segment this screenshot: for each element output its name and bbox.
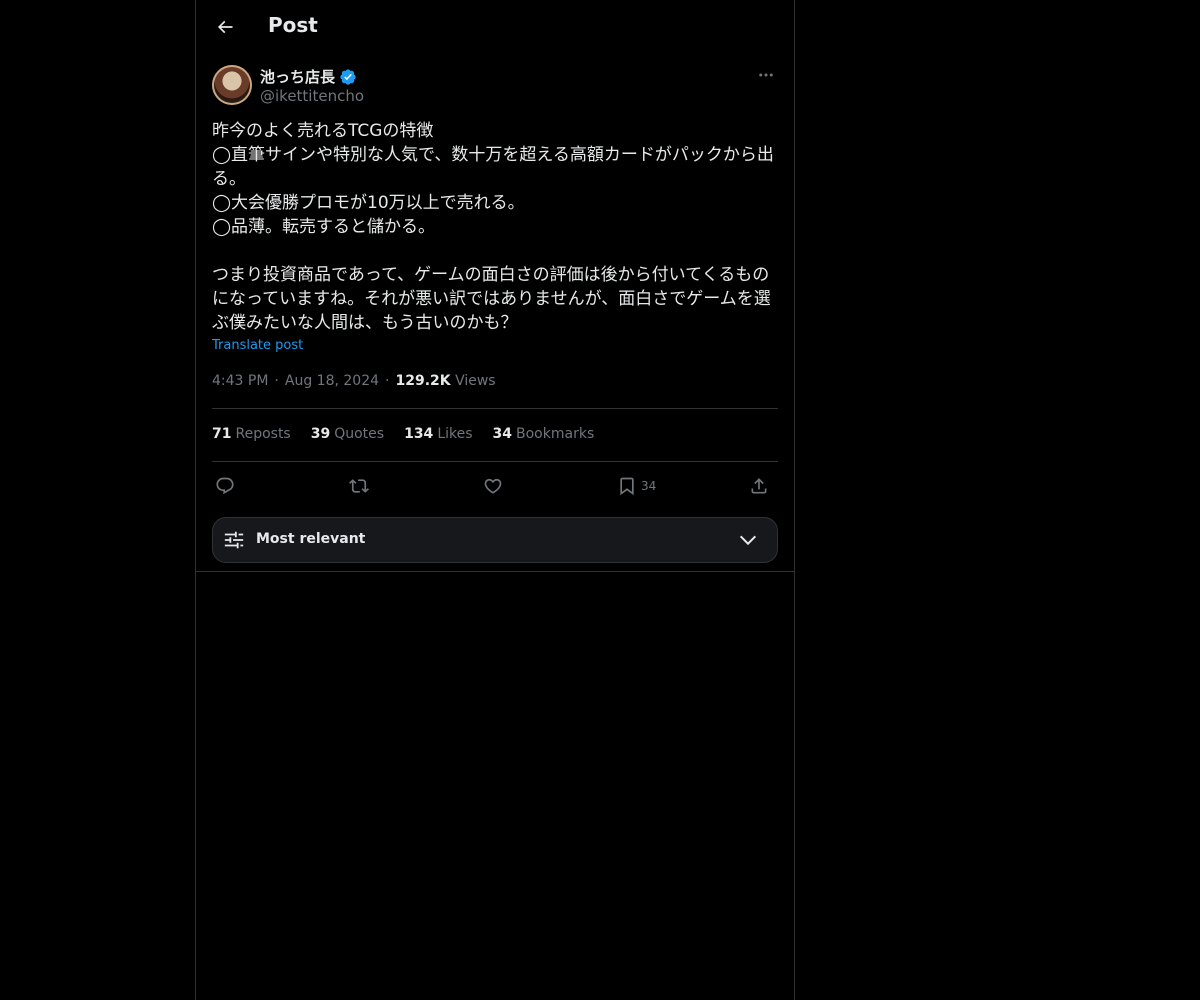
post-time[interactable]: 4:43 PM (212, 373, 268, 389)
stat-label: Quotes (334, 426, 385, 442)
sort-replies-dropdown[interactable]: Most relevant (212, 517, 778, 563)
stat-label: Reposts (235, 426, 291, 442)
post-date[interactable]: Aug 18, 2024 (285, 373, 379, 389)
stat-likes[interactable]: 134 Likes (404, 426, 472, 442)
views-count-wrap: 129.2K Views (395, 373, 495, 389)
author-name-row: 池っち店長 (260, 66, 357, 87)
post-meta: 4:43 PM · Aug 18, 2024 · 129.2K Views (212, 373, 496, 389)
stat-label: Likes (437, 426, 473, 442)
arrow-left-icon (217, 20, 233, 34)
views-label: Views (455, 373, 496, 389)
like-button[interactable] (483, 472, 503, 500)
share-icon (751, 478, 767, 494)
divider (212, 408, 778, 409)
post-stats: 71 Reposts 39 Quotes 134 Likes 34 Bookmarks (212, 426, 594, 442)
sliders-icon (224, 531, 244, 549)
bookmark-button[interactable]: 34 (617, 472, 656, 500)
post-author: 池っち店長 @ikettitencho (212, 65, 778, 107)
post-text: 昨今のよく売れるTCGの特徴 ◯直筆サインや特別な人気で、数十万を超える高額カー… (212, 121, 774, 333)
reply-icon (216, 477, 234, 495)
more-dots-icon (759, 73, 773, 77)
heart-icon (484, 478, 502, 494)
stat-bookmarks[interactable]: 34 Bookmarks (493, 426, 595, 442)
divider (212, 461, 778, 462)
stat-count: 134 (404, 426, 434, 442)
views-count: 129.2K (395, 373, 451, 389)
share-button[interactable] (749, 472, 769, 500)
stat-reposts[interactable]: 71 Reposts (212, 426, 291, 442)
bookmark-icon (620, 477, 634, 496)
post-actions: 34 (212, 472, 778, 500)
bookmark-count: 34 (641, 479, 657, 493)
author-name[interactable]: 池っち店長 (260, 66, 335, 87)
main-column: Post 池っち店長 @ikettitencho 昨今のよく売れるTCGの特徴 … (195, 0, 795, 1000)
repost-icon (349, 479, 369, 493)
translate-post-link[interactable]: Translate post (212, 338, 303, 353)
back-button[interactable] (212, 14, 238, 40)
page-title: Post (268, 13, 318, 37)
meta-separator: · (385, 373, 390, 389)
stat-label: Bookmarks (516, 426, 595, 442)
page-header: Post (196, 0, 794, 54)
stat-count: 71 (212, 426, 232, 442)
stat-count: 39 (310, 426, 331, 442)
more-options-button[interactable] (754, 65, 778, 85)
reply-button[interactable] (215, 472, 235, 500)
repost-button[interactable] (349, 472, 369, 500)
stat-count: 34 (492, 426, 513, 442)
divider (196, 571, 794, 572)
sort-label: Most relevant (256, 531, 366, 547)
meta-separator: · (274, 373, 279, 389)
avatar[interactable] (212, 65, 252, 105)
stat-quotes[interactable]: 39 Quotes (311, 426, 384, 442)
verified-badge-icon[interactable] (339, 68, 357, 86)
author-handle[interactable]: @ikettitencho (260, 87, 364, 105)
chevron-down-icon (739, 535, 757, 546)
